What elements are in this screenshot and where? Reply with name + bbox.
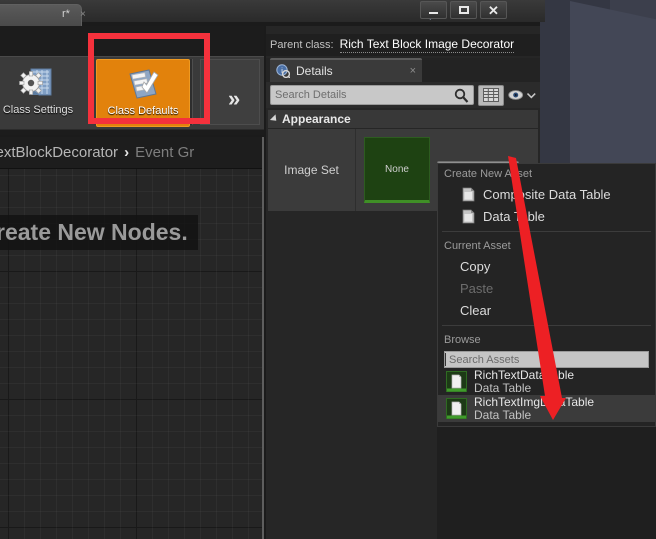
minimize-icon — [429, 11, 438, 14]
visibility-options-button[interactable] — [508, 85, 536, 106]
window-controls: ✕ — [420, 1, 507, 19]
menu-item-paste-label: Paste — [460, 280, 494, 296]
graph-watermark-text: reate New Nodes. — [0, 215, 198, 250]
data-table-asset-icon — [446, 371, 467, 392]
menu-item-clear[interactable]: Clear — [438, 299, 655, 321]
asset-item-text: RichTextImgDataTable Data Table — [474, 396, 594, 421]
menu-item-clear-label: Clear — [460, 302, 492, 318]
data-table-page-icon — [462, 209, 475, 223]
menu-header-browse: Browse — [444, 334, 481, 346]
menu-divider — [442, 231, 651, 232]
editor-tab-label: r* — [62, 8, 70, 20]
tab-details-label: Details — [296, 64, 333, 78]
breadcrumb-item-event-graph[interactable]: Event Gr — [135, 144, 194, 161]
menu-item-copy-label: Copy — [460, 258, 491, 274]
asset-item-name: RichTextImgDataTable — [474, 394, 595, 409]
details-toolbar: Search Details — [266, 82, 540, 108]
close-icon: ✕ — [488, 2, 499, 18]
search-details-input[interactable]: Search Details — [270, 85, 474, 105]
asset-item-type: Data Table — [474, 380, 532, 395]
menu-divider — [442, 325, 651, 326]
search-icon — [454, 88, 469, 103]
parent-class-bar: Parent class: Rich Text Block Image Deco… — [266, 34, 540, 56]
column-layout-icon — [483, 88, 499, 102]
asset-thumbnail[interactable]: None — [364, 137, 430, 203]
breadcrumb-separator-icon: › — [124, 144, 130, 161]
asset-list-item[interactable]: RichTextDataTable Data Table — [438, 368, 655, 395]
class-settings-label: Class Settings — [2, 104, 74, 116]
search-assets-placeholder: Search Assets — [449, 353, 520, 366]
category-appearance-label: Appearance — [282, 112, 351, 126]
asset-item-text: RichTextDataTable Data Table — [474, 369, 574, 394]
category-expand-icon — [269, 114, 280, 124]
asset-picker-menu: Create New Asset Composite Data Table Da… — [437, 163, 656, 427]
maximize-button[interactable] — [450, 1, 477, 19]
details-tab-row: i Details × — [266, 58, 540, 82]
asset-list-item[interactable]: RichTextImgDataTable Data Table — [438, 395, 655, 422]
parent-class-label: Parent class: — [270, 39, 334, 51]
search-assets-input[interactable]: Search Assets — [444, 351, 649, 368]
tab-details[interactable]: i Details × — [270, 58, 422, 82]
menu-item-copy[interactable]: Copy — [438, 255, 655, 277]
breadcrumb: TextBlockDecorator › Event Gr — [0, 144, 194, 161]
property-label-image-set: Image Set — [268, 129, 356, 211]
menu-item-paste: Paste — [438, 277, 655, 299]
data-table-page-icon — [462, 187, 475, 201]
search-details-placeholder: Search Details — [275, 89, 347, 101]
toolbar-overflow-icon[interactable]: » — [228, 86, 241, 112]
column-layout-button[interactable] — [478, 84, 504, 106]
tab-details-close-icon[interactable]: × — [410, 65, 416, 77]
app-window: r* × ✕ » Class Settings Class Defaults T… — [0, 0, 656, 539]
window-title-bar: r* × ✕ — [0, 0, 545, 26]
text-cursor — [445, 353, 446, 366]
editor-tab-close-icon[interactable]: × — [80, 9, 86, 20]
blueprint-event-graph[interactable]: TextBlockDecorator › Event Gr reate New … — [0, 137, 264, 539]
breadcrumb-item-decorator[interactable]: TextBlockDecorator — [0, 144, 118, 161]
minimize-button[interactable] — [420, 1, 447, 19]
asset-thumbnail-label: None — [385, 163, 409, 175]
class-settings-icon — [19, 68, 52, 96]
parent-class-value[interactable]: Rich Text Block Image Decorator — [339, 37, 515, 53]
class-settings-button[interactable]: Class Settings — [0, 59, 82, 127]
maximize-icon — [458, 6, 469, 14]
asset-picker-empty-area — [437, 427, 656, 539]
menu-item-composite-data-table[interactable]: Composite Data Table — [438, 183, 655, 205]
asset-item-type: Data Table — [474, 407, 532, 422]
annotation-highlight-box — [88, 33, 210, 124]
menu-item-data-table[interactable]: Data Table — [438, 205, 655, 227]
menu-header-create-new-asset: Create New Asset — [444, 168, 533, 180]
asset-item-name: RichTextDataTable — [474, 367, 575, 382]
close-button[interactable]: ✕ — [480, 1, 507, 19]
visibility-eye-icon — [508, 90, 524, 100]
menu-item-data-table-label: Data Table — [483, 208, 545, 224]
menu-item-composite-data-table-label: Composite Data Table — [483, 186, 611, 202]
details-info-icon: i — [276, 64, 290, 78]
chevron-down-icon — [527, 92, 536, 99]
category-appearance[interactable]: Appearance — [268, 110, 538, 128]
graph-breadcrumb-bar: TextBlockDecorator › Event Gr — [0, 137, 262, 169]
data-table-asset-icon — [446, 398, 467, 419]
menu-header-current-asset: Current Asset — [444, 240, 511, 252]
